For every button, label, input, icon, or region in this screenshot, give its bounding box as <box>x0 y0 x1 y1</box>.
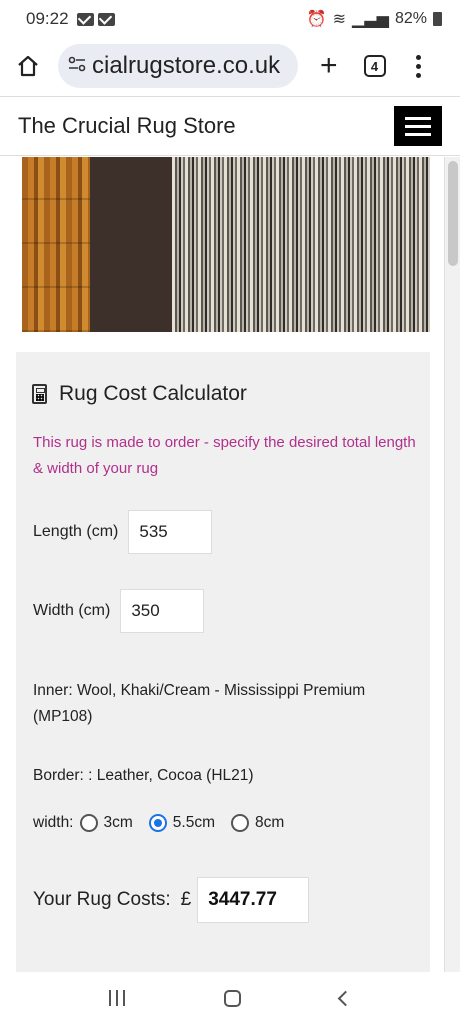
cost-value-field: 3447.77 <box>197 877 310 923</box>
length-label: Length (cm) <box>33 523 119 540</box>
scrollbar-thumb[interactable] <box>448 161 458 266</box>
currency-symbol: £ <box>180 889 192 910</box>
battery-percent: 82% <box>394 10 427 27</box>
home-icon[interactable] <box>10 48 46 84</box>
url-text[interactable]: cialrugstore.co.uk <box>92 52 280 80</box>
border-width-label: width: <box>33 814 74 831</box>
recent-apps-icon[interactable] <box>109 990 126 1006</box>
site-title[interactable]: The Crucial Rug Store <box>18 113 236 139</box>
new-tab-button[interactable]: + <box>320 51 338 81</box>
address-bar[interactable]: cialrugstore.co.uk <box>58 44 298 88</box>
tab-switcher-button[interactable]: 4 <box>363 55 386 77</box>
leather-border-swatch <box>90 157 172 332</box>
product-image <box>22 157 430 332</box>
border-width-options: width: 3cm 5.5cm 8cm <box>33 814 294 832</box>
page-scrollbar[interactable] <box>444 157 460 972</box>
striped-rug-swatch <box>172 157 430 332</box>
back-icon[interactable] <box>337 990 353 1006</box>
home-nav-icon[interactable] <box>223 989 241 1007</box>
rug-cost-calculator: Rug Cost Calculator This rug is made to … <box>16 352 430 972</box>
radio-8cm[interactable] <box>231 814 250 832</box>
width-label: Width (cm) <box>33 602 111 619</box>
cost-label: Your Rug Costs: <box>33 889 171 910</box>
status-bar: 09:22 ⏰ ≋ ▁▃▅ 82% <box>0 0 460 38</box>
browser-menu-icon[interactable] <box>415 54 421 78</box>
calculator-heading: Rug Cost Calculator <box>32 382 247 406</box>
radio-label-3cm[interactable]: 3cm <box>104 814 133 832</box>
radio-label-8cm[interactable]: 8cm <box>255 814 284 832</box>
signal-icon: ▁▃▅ <box>352 11 389 28</box>
mail-notification-icon <box>76 12 94 26</box>
wood-floor-swatch <box>22 157 90 332</box>
made-to-order-notice: This rug is made to order - specify the … <box>33 434 416 477</box>
calculator-icon <box>32 384 47 404</box>
page-content: Rug Cost Calculator This rug is made to … <box>0 157 444 972</box>
width-field-row: Width (cm) <box>33 589 205 633</box>
battery-icon <box>433 12 442 26</box>
border-material-text: Border: : Leather, Cocoa (HL21) <box>33 767 254 784</box>
radio-5-5cm[interactable] <box>148 814 167 832</box>
rug-cost-row: Your Rug Costs: £ 3447.77 <box>33 877 310 923</box>
radio-label-5-5cm[interactable]: 5.5cm <box>173 814 215 832</box>
inner-material-text: Inner: Wool, Khaki/Cream - Mississippi P… <box>33 682 366 725</box>
mail-notification-icon <box>97 12 115 26</box>
browser-toolbar: cialrugstore.co.uk + 4 <box>0 38 460 94</box>
alarm-icon: ⏰ <box>306 11 327 28</box>
width-input[interactable] <box>120 589 205 633</box>
length-input[interactable] <box>128 510 213 554</box>
site-header: The Crucial Rug Store <box>0 96 460 156</box>
length-field-row: Length (cm) <box>33 510 213 554</box>
calculator-title: Rug Cost Calculator <box>59 382 247 405</box>
android-nav-bar <box>0 972 460 1024</box>
site-settings-icon[interactable] <box>68 56 86 77</box>
wifi-icon: ≋ <box>332 11 347 28</box>
status-time: 09:22 <box>26 9 69 28</box>
radio-3cm[interactable] <box>79 814 98 832</box>
status-indicators: ⏰ ≋ ▁▃▅ 82% <box>307 9 442 29</box>
hamburger-menu-icon[interactable] <box>394 106 442 146</box>
